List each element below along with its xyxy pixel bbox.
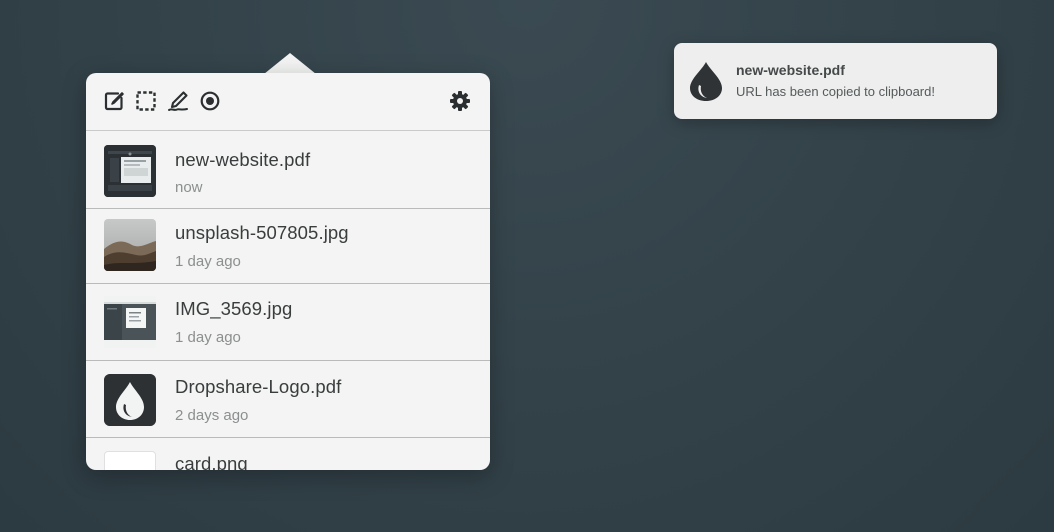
file-thumbnail — [104, 374, 156, 426]
notification-title: new-website.pdf — [736, 62, 845, 78]
file-name: new-website.pdf — [175, 149, 311, 170]
list-item[interactable]: unsplash-507805.jpg 1 day ago — [86, 209, 490, 284]
selection-capture-icon[interactable] — [135, 90, 157, 112]
file-name: card.png — [175, 453, 248, 470]
file-thumbnail — [104, 451, 156, 470]
edit-note-icon[interactable] — [103, 90, 125, 112]
list-item[interactable]: IMG_3569.jpg 1 day ago — [86, 284, 490, 361]
notification-banner[interactable]: new-website.pdf URL has been copied to c… — [674, 43, 997, 119]
list-item[interactable]: card.png — [86, 438, 490, 470]
list-item[interactable]: new-website.pdf now — [86, 131, 490, 209]
record-icon[interactable] — [199, 90, 221, 112]
toolbar — [86, 73, 490, 131]
file-name: unsplash-507805.jpg — [175, 222, 349, 243]
file-time: 1 day ago — [175, 253, 241, 270]
notification-message: URL has been copied to clipboard! — [736, 84, 935, 99]
popover-arrow — [264, 53, 316, 74]
file-list: new-website.pdf now unsplash-507805.jpg … — [86, 131, 490, 470]
file-name: IMG_3569.jpg — [175, 298, 293, 319]
file-thumbnail — [104, 219, 156, 271]
file-time: 1 day ago — [175, 329, 241, 346]
file-time: now — [175, 179, 203, 196]
file-name: Dropshare-Logo.pdf — [175, 376, 342, 397]
file-thumbnail — [104, 296, 156, 348]
dropshare-logo-icon — [686, 60, 726, 102]
list-item[interactable]: Dropshare-Logo.pdf 2 days ago — [86, 361, 490, 438]
file-time: 2 days ago — [175, 407, 249, 424]
gear-icon[interactable] — [449, 90, 471, 112]
file-thumbnail — [104, 145, 156, 197]
dropshare-popover: new-website.pdf now unsplash-507805.jpg … — [86, 73, 490, 470]
signature-icon[interactable] — [167, 90, 189, 112]
